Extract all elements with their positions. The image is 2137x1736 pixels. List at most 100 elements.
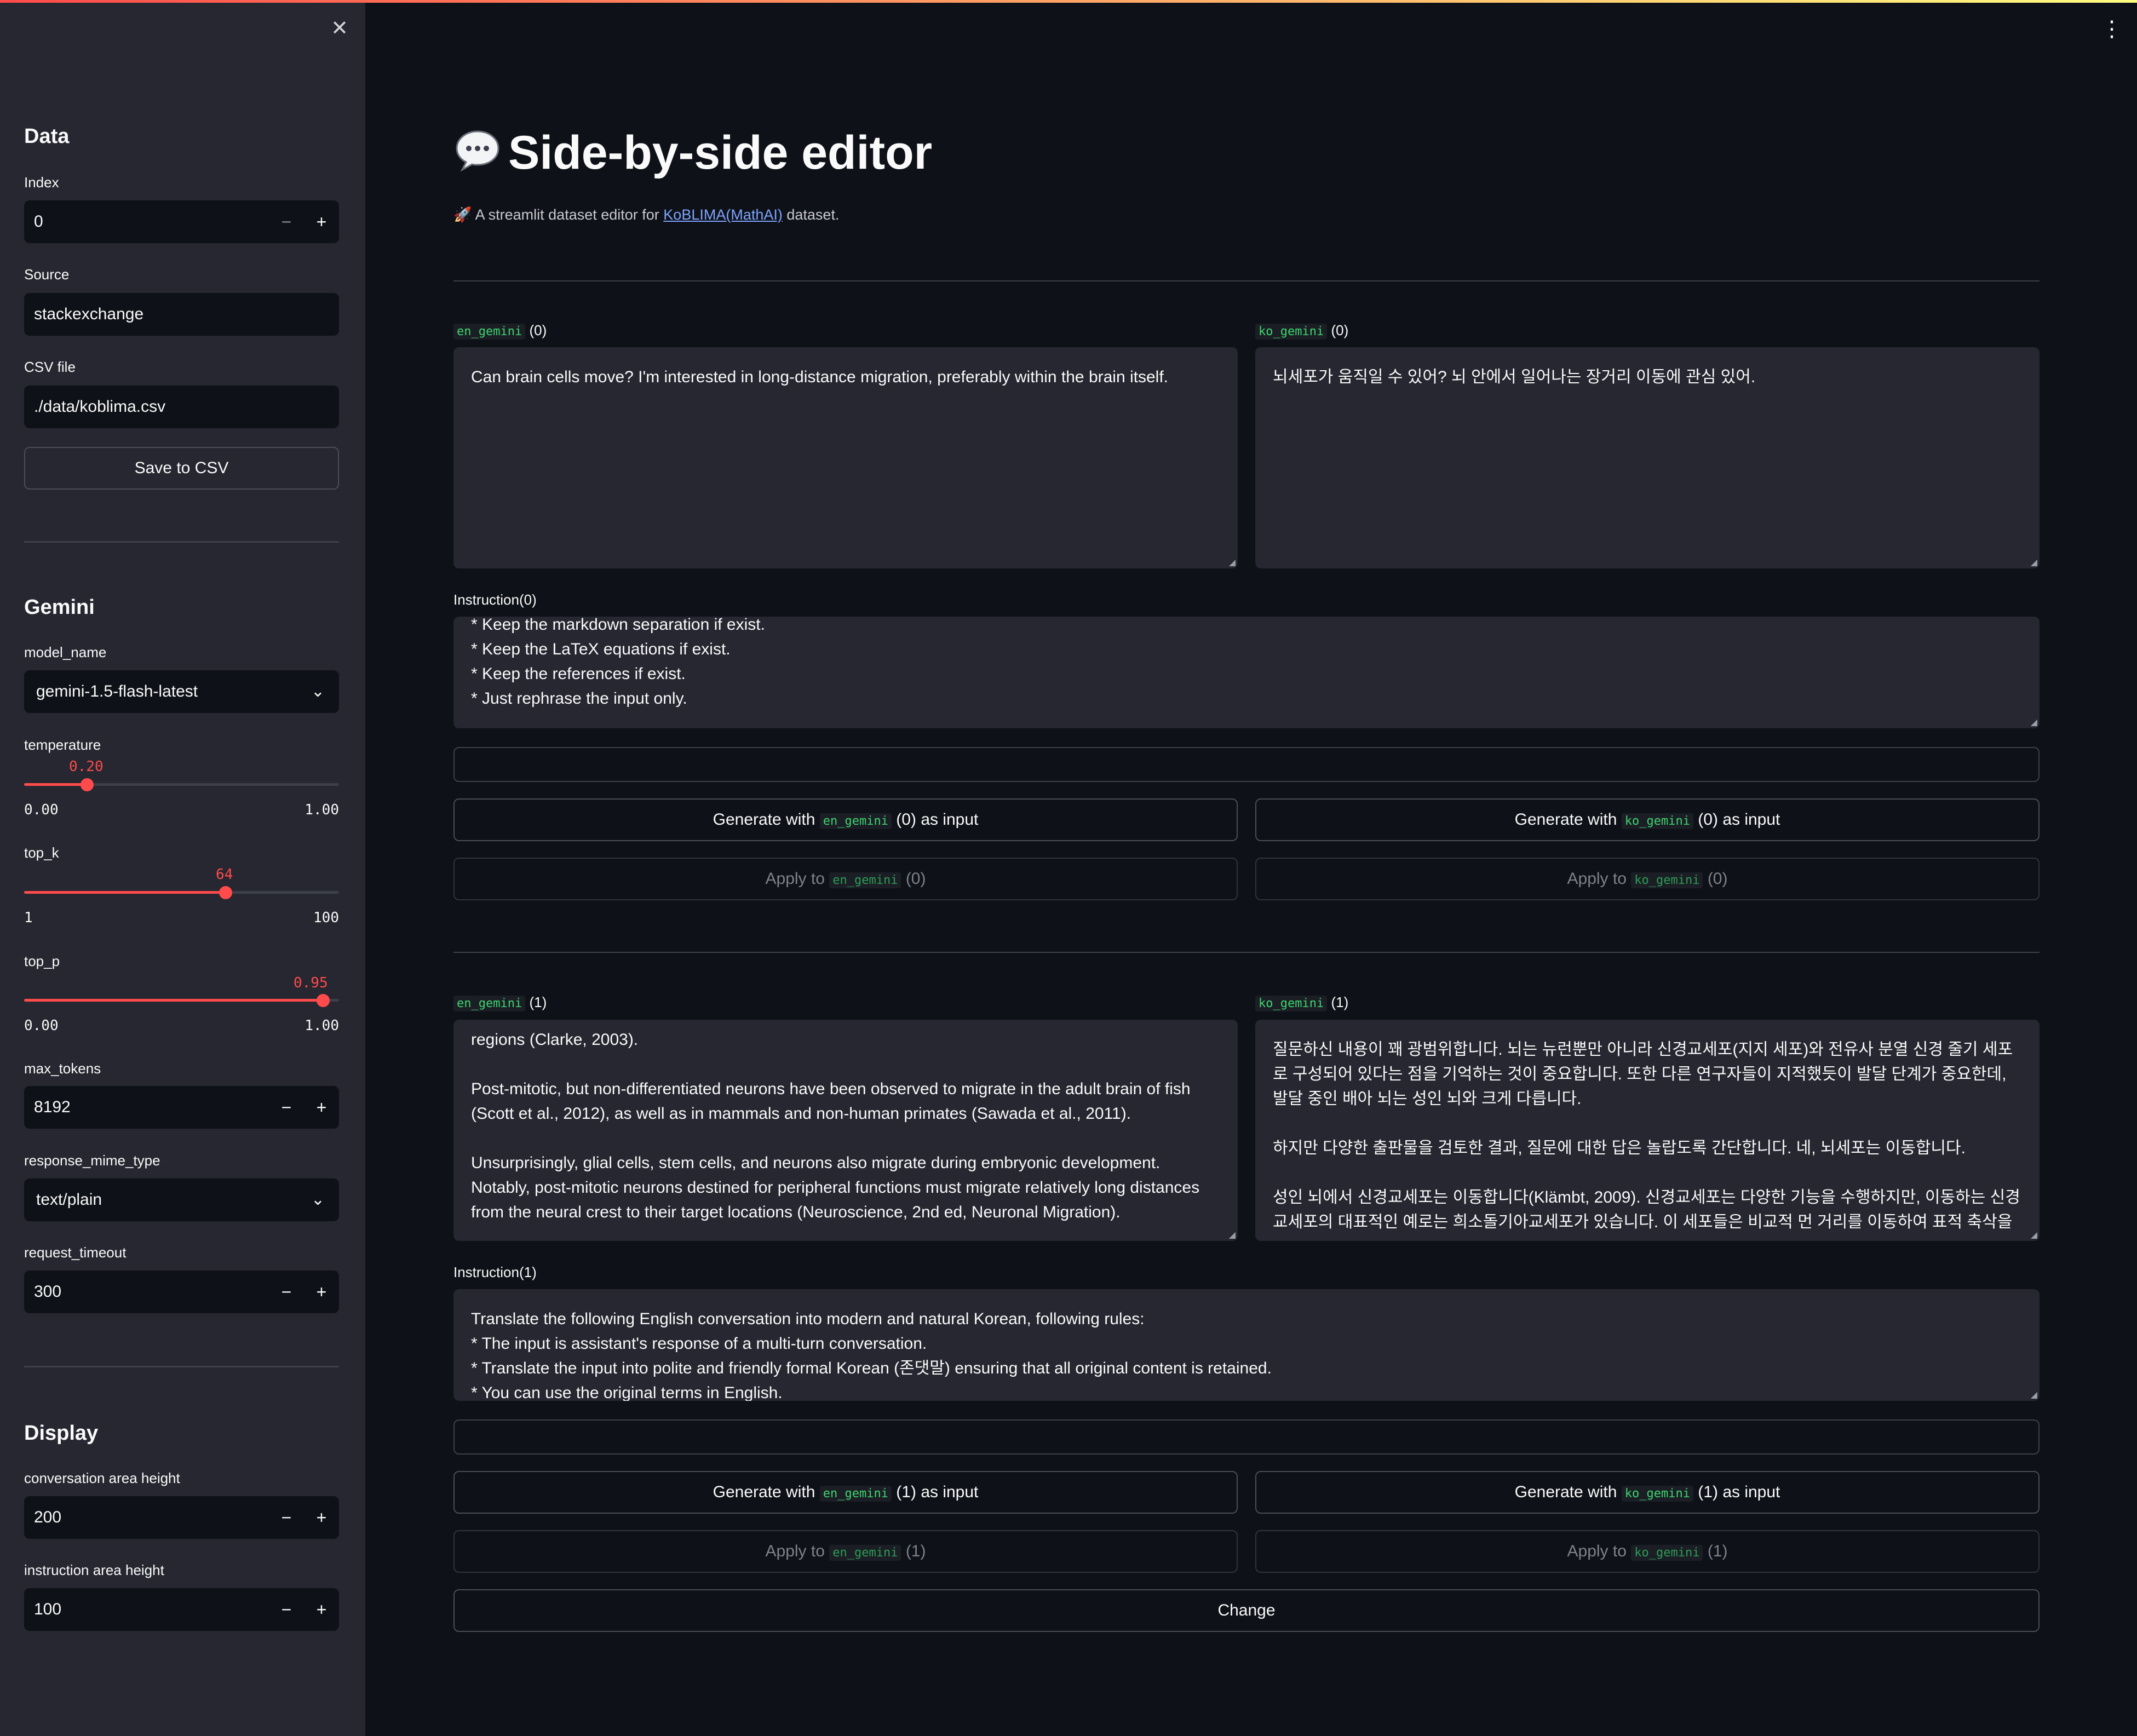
max-tokens-value: 8192 [34,1098,71,1116]
apply-to-ko-1-button[interactable]: Apply to ko_gemini (1) [1255,1530,2040,1573]
en-gemini-0-label: en_gemini (0) [453,322,547,340]
request-timeout-decrement-button[interactable]: − [269,1271,304,1313]
koblima-link[interactable]: KoBLIMA(MathAI) [663,206,783,223]
instruction-0-text: * Keep the markdown separation if exist.… [471,617,765,708]
change-button[interactable]: Change [453,1589,2040,1632]
chevron-down-icon: ⌄ [311,682,325,700]
generate-with-ko-0-button[interactable]: Generate with ko_gemini (0) as input [1255,798,2040,841]
resize-handle[interactable] [1229,1232,1236,1239]
conversation-height-decrement-button[interactable]: − [269,1496,304,1539]
page-subtitle: 🚀 A streamlit dataset editor for KoBLIMA… [453,206,839,223]
apply-to-en-0-button[interactable]: Apply to en_gemini (0) [453,858,1238,900]
en-gemini-1-textarea[interactable]: regions (Clarke, 2003). Post-mitotic, bu… [453,1020,1238,1241]
request-timeout-number-input[interactable]: 300 − + [24,1271,339,1313]
ko-gemini-1-textarea[interactable]: 질문하신 내용이 꽤 광범위합니다. 뇌는 뉴런뿐만 아니라 신경교세포(지지 … [1255,1020,2040,1241]
turn-index: (1) [896,1483,916,1501]
sidebar-divider [24,541,339,543]
ko-gemini-0-textarea[interactable]: 뇌세포가 움직일 수 있어? 뇌 안에서 일어나는 장거리 이동에 관심 있어. [1255,347,2040,568]
generate-with-ko-1-button[interactable]: Generate with ko_gemini (1) as input [1255,1471,2040,1514]
gemini-section-header: Gemini [24,596,95,619]
turn-index: (1) [1331,994,1349,1010]
apply-prefix: Apply to [765,870,825,888]
as-input-text: as input [1722,810,1780,829]
top-k-max: 100 [313,910,339,926]
ko-gemini-0-text: 뇌세포가 움직일 수 있어? 뇌 안에서 일어나는 장거리 이동에 관심 있어. [1273,368,1756,386]
request-timeout-increment-button[interactable]: + [304,1271,339,1313]
response-mime-type-value: text/plain [36,1191,102,1209]
index-number-input[interactable]: 0 − + [24,200,339,243]
instruction-height-increment-button[interactable]: + [304,1588,339,1631]
index-increment-button[interactable]: + [304,200,339,243]
max-tokens-number-input[interactable]: 8192 − + [24,1086,339,1129]
top-p-slider-track[interactable] [24,999,339,1002]
en-gemini-tag: en_gemini [819,813,892,829]
resize-handle[interactable] [2031,1392,2037,1399]
max-tokens-decrement-button[interactable]: − [269,1086,304,1129]
en-gemini-tag: en_gemini [453,324,526,340]
resize-handle[interactable] [2031,560,2037,566]
save-to-csv-button[interactable]: Save to CSV [24,447,339,490]
sidebar-divider [24,1366,339,1367]
index-decrement-button[interactable]: − [269,200,304,243]
top-p-value: 0.95 [294,975,328,991]
extra-input-1[interactable] [453,1419,2040,1455]
en-gemini-0-textarea[interactable]: Can brain cells move? I'm interested in … [453,347,1238,568]
turn-index: (0) [529,322,547,338]
conversation-area-height-label: conversation area height [24,1470,180,1486]
instruction-1-label: Instruction(1) [453,1264,537,1280]
resize-handle[interactable] [2031,1232,2037,1239]
en-gemini-1-label: en_gemini (1) [453,994,547,1011]
apply-to-ko-0-button[interactable]: Apply to ko_gemini (0) [1255,858,2040,900]
ko-gemini-tag: ko_gemini [1621,813,1693,829]
generate-prefix: Generate with [713,1483,815,1501]
top-p-label: top_p [24,953,60,969]
request-timeout-label: request_timeout [24,1244,127,1261]
ko-gemini-tag: ko_gemini [1631,872,1703,888]
instruction-1-textarea[interactable]: Translate the following English conversa… [453,1289,2040,1401]
resize-handle[interactable] [1229,560,1236,566]
temperature-slider-thumb[interactable] [81,778,94,791]
temperature-max: 1.00 [305,802,339,818]
source-input[interactable]: stackexchange [24,293,339,336]
generate-with-en-0-button[interactable]: Generate with en_gemini (0) as input [453,798,1238,841]
csv-file-input[interactable]: ./data/koblima.csv [24,386,339,428]
more-menu-icon[interactable]: ⋮ [2101,16,2123,42]
max-tokens-increment-button[interactable]: + [304,1086,339,1129]
en-gemini-tag: en_gemini [453,996,526,1011]
as-input-text: as input [921,1483,979,1501]
conversation-area-height-value: 200 [34,1508,62,1526]
instruction-area-height-value: 100 [34,1600,62,1618]
instruction-0-textarea[interactable]: * Keep the markdown separation if exist.… [453,617,2040,728]
model-name-select[interactable]: gemini-1.5-flash-latest ⌄ [24,670,339,713]
conversation-area-height-input[interactable]: 200 − + [24,1496,339,1539]
conversation-height-increment-button[interactable]: + [304,1496,339,1539]
response-mime-type-label: response_mime_type [24,1152,160,1169]
max-tokens-label: max_tokens [24,1060,101,1077]
top-p-slider-thumb[interactable] [317,994,330,1007]
instruction-0-label: Instruction(0) [453,591,537,608]
turn-index: (0) [1331,322,1349,338]
resize-handle[interactable] [2031,720,2037,726]
index-value: 0 [34,212,43,231]
close-icon[interactable]: ✕ [328,16,352,41]
top-k-slider-track[interactable] [24,891,339,894]
turn-index: (0) [896,810,916,829]
extra-input-0[interactable] [453,747,2040,782]
apply-to-en-1-button[interactable]: Apply to en_gemini (1) [453,1530,1238,1573]
instruction-height-decrement-button[interactable]: − [269,1588,304,1631]
source-label: Source [24,266,70,283]
ko-gemini-tag: ko_gemini [1631,1545,1703,1561]
temperature-slider-track[interactable] [24,783,339,786]
source-value: stackexchange [34,305,144,323]
turn-index: (1) [1707,1542,1728,1560]
ko-gemini-1-text: 질문하신 내용이 꽤 광범위합니다. 뇌는 뉴런뿐만 아니라 신경교세포(지지 … [1273,1041,2020,1231]
page-title-text: Side-by-side editor [508,127,933,179]
model-name-label: model_name [24,644,107,660]
top-k-value: 64 [216,866,233,883]
apply-prefix: Apply to [1567,1542,1627,1560]
response-mime-type-select[interactable]: text/plain ⌄ [24,1179,339,1221]
top-k-slider-thumb[interactable] [219,886,232,899]
generate-with-en-1-button[interactable]: Generate with en_gemini (1) as input [453,1471,1238,1514]
index-label: Index [24,174,59,191]
instruction-area-height-input[interactable]: 100 − + [24,1588,339,1631]
